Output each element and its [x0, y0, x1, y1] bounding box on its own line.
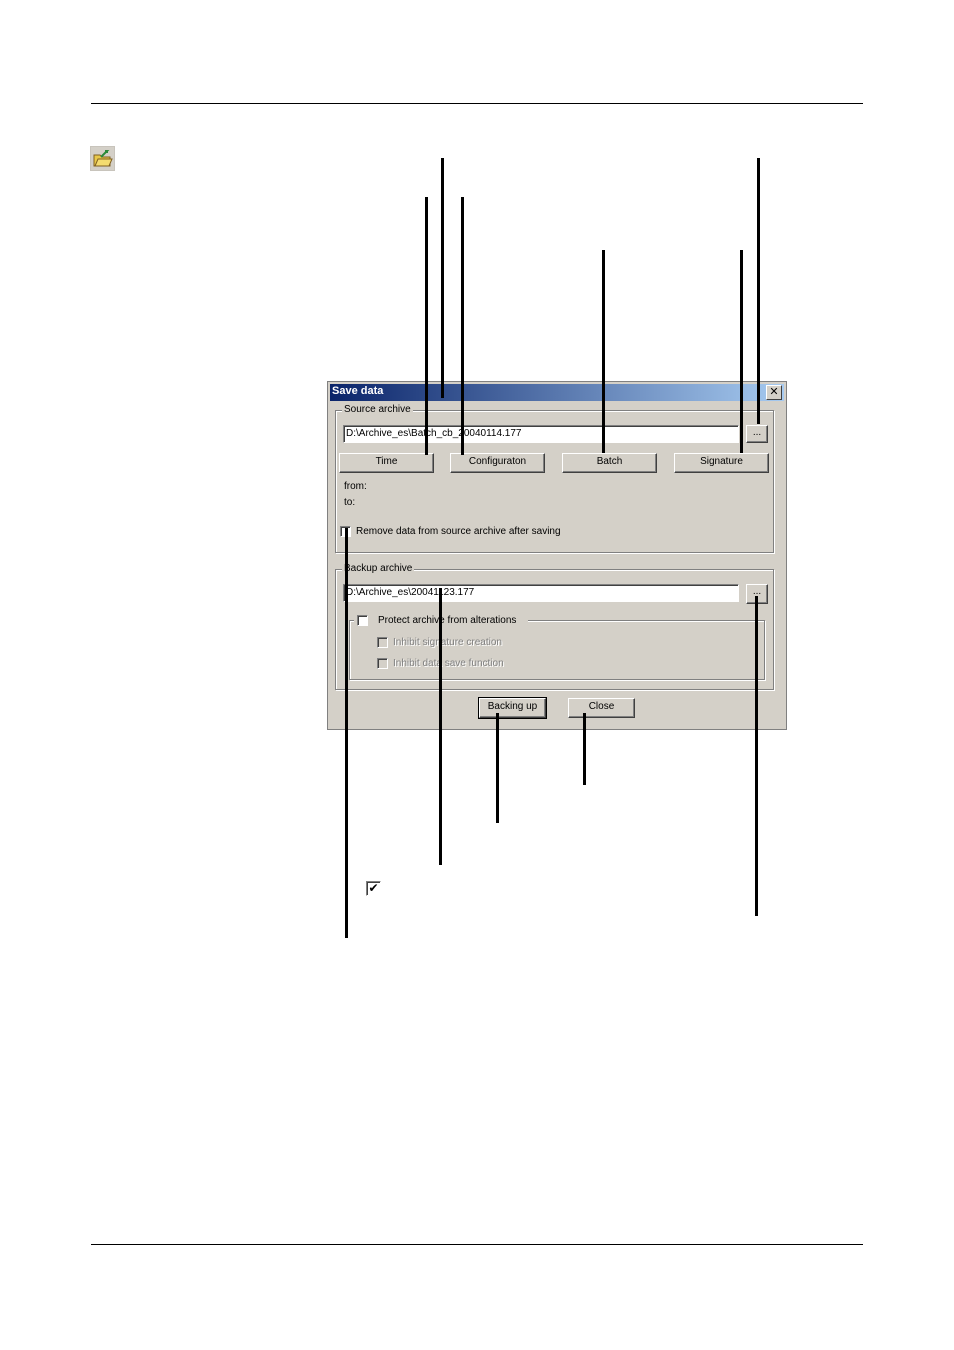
batch-button[interactable]: Batch — [562, 453, 657, 473]
callout-line-backing-up — [496, 713, 499, 823]
inhibit-signature-checkbox[interactable] — [377, 637, 388, 648]
from-label: from: — [344, 481, 367, 492]
configuration-button[interactable]: Configuraton — [450, 453, 545, 473]
to-label: to: — [344, 497, 356, 508]
callout-line-batch — [602, 250, 605, 453]
inhibit-signature-label: Inhibit signature creation — [393, 637, 502, 648]
close-button[interactable]: Close — [568, 698, 635, 718]
save-data-folder-icon[interactable] — [90, 146, 115, 171]
backup-path-field[interactable]: D:\Archive_es\20041123.177 — [343, 584, 739, 602]
close-icon[interactable]: ✕ — [766, 385, 782, 400]
header-rule — [91, 103, 863, 104]
callout-line-source-path — [441, 158, 444, 398]
remove-data-label: Remove data from source archive after sa… — [356, 526, 561, 537]
dialog-titlebar: Save data ✕ — [330, 384, 784, 401]
backing-up-button[interactable]: Backing up — [478, 697, 547, 719]
callout-line-signature — [740, 250, 743, 453]
callout-line-time — [425, 197, 428, 455]
inhibit-save-label: Inhibit data save function — [393, 658, 504, 669]
checkmark-icon: ✔ — [366, 881, 381, 896]
callout-line-close — [583, 713, 586, 785]
protect-archive-label: Protect archive from alterations — [378, 615, 517, 626]
callout-line-backup-browse — [755, 596, 758, 916]
source-path-field[interactable]: D:\Archive_es\Batch_cb_20040114.177 — [343, 425, 739, 443]
source-browse-button[interactable]: ... — [746, 425, 768, 443]
source-archive-label: Source archive — [342, 404, 413, 416]
save-data-dialog: Save data ✕ Source archive D:\Archive_es… — [327, 381, 787, 730]
inhibit-save-checkbox[interactable] — [377, 658, 388, 669]
callout-line-remove-data — [345, 528, 348, 938]
callout-line-configuration — [461, 197, 464, 455]
dialog-title: Save data — [332, 385, 384, 397]
protect-archive-checkbox[interactable] — [357, 615, 368, 626]
callout-line-source-browse — [757, 158, 760, 424]
protect-archive-group — [349, 620, 765, 680]
time-button[interactable]: Time — [339, 453, 434, 473]
callout-line-backup-path — [439, 588, 442, 865]
signature-button[interactable]: Signature — [674, 453, 769, 473]
footer-rule — [91, 1244, 863, 1245]
backup-archive-label: Backup archive — [342, 563, 415, 575]
